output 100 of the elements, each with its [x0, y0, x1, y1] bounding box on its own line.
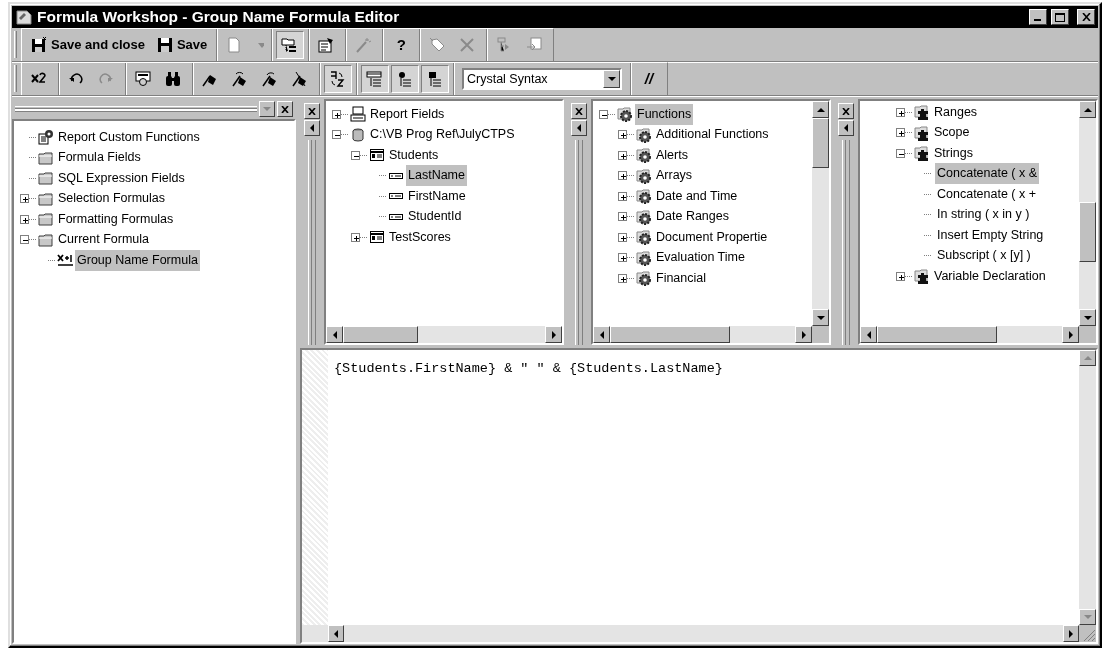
scroll-down-button[interactable] [1079, 309, 1096, 326]
scroll-up-button[interactable] [812, 101, 829, 118]
tree-item[interactable]: Alerts [654, 144, 690, 166]
tree-item[interactable]: Report Fields [368, 103, 447, 125]
scroll-right-button[interactable] [1062, 326, 1079, 343]
tree-folder-button[interactable] [276, 31, 305, 59]
scroll-up-button[interactable] [1079, 101, 1096, 118]
pane-grip[interactable] [842, 140, 850, 345]
tree-item[interactable]: Evaluation Time [654, 247, 747, 269]
pane-grip[interactable] [308, 140, 316, 345]
close-pane-button[interactable] [277, 101, 293, 117]
horizontal-scrollbar[interactable] [302, 625, 1096, 642]
scroll-down-button[interactable] [1079, 609, 1096, 625]
close-button[interactable] [1077, 9, 1095, 25]
vertical-scrollbar[interactable] [812, 101, 829, 326]
save-and-close-button[interactable]: Save and close [26, 31, 150, 59]
scroll-thumb[interactable] [343, 326, 418, 343]
save-button[interactable]: Save [151, 31, 213, 59]
scroll-thumb[interactable] [1079, 202, 1096, 262]
tree-item[interactable]: Arrays [654, 165, 695, 187]
scroll-thumb[interactable] [877, 326, 997, 343]
help-button[interactable]: ? [387, 31, 416, 59]
collapse-pane-button[interactable] [304, 120, 320, 136]
expand-toggle[interactable] [896, 128, 905, 138]
scroll-right-button[interactable] [545, 326, 562, 343]
field-tree-button[interactable] [361, 65, 389, 93]
collapse-toggle[interactable] [599, 109, 608, 119]
function-tree-button[interactable] [391, 65, 419, 93]
collapse-toggle[interactable] [332, 130, 341, 140]
tree-item[interactable]: Formatting Formulas [56, 208, 176, 230]
tree-item[interactable]: Scope [932, 122, 972, 144]
pane-grip[interactable] [575, 140, 583, 345]
horizontal-scrollbar[interactable] [593, 326, 829, 343]
tree-item[interactable]: Current Formula [56, 229, 151, 251]
formula-text-editor[interactable]: {Students.FirstName} & " " & {Students.LastName} [328, 350, 1079, 625]
close-pane-button[interactable] [838, 103, 854, 119]
tree-item[interactable]: Concatenate ( x + [935, 183, 1039, 205]
tree-item[interactable]: Group Name Formula [75, 249, 200, 271]
tree-item[interactable]: Concatenate ( x & [935, 163, 1040, 185]
collapse-toggle[interactable] [351, 150, 360, 160]
tree-item[interactable]: Additional Functions [654, 124, 771, 146]
scroll-right-button[interactable] [795, 326, 812, 343]
expand-toggle[interactable] [618, 253, 627, 263]
scroll-right-button[interactable] [1063, 625, 1079, 642]
expand-toggle[interactable] [896, 271, 905, 281]
horizontal-scrollbar[interactable] [860, 326, 1096, 343]
expand-toggle[interactable] [618, 232, 627, 242]
expand-toggle[interactable] [351, 232, 360, 242]
tree-item[interactable]: TestScores [387, 226, 453, 248]
tree-item[interactable]: Financial [654, 267, 709, 289]
tree-item[interactable]: FirstName [406, 185, 468, 207]
tree-item[interactable]: Document Propertie [654, 226, 770, 248]
expand-toggle[interactable] [618, 150, 627, 160]
scroll-left-button[interactable] [593, 326, 610, 343]
sort-button[interactable] [324, 65, 352, 93]
scroll-left-button[interactable] [860, 326, 877, 343]
tree-item[interactable]: Variable Declaration [932, 265, 1048, 287]
tree-item[interactable]: Formula Fields [56, 147, 143, 169]
expand-toggle[interactable] [896, 107, 905, 117]
expand-toggle[interactable] [332, 109, 341, 119]
tree-item[interactable]: Insert Empty String [935, 224, 1046, 246]
comment-button[interactable]: // [635, 65, 663, 93]
minimize-button[interactable] [1029, 9, 1047, 25]
scroll-thumb[interactable] [812, 118, 829, 168]
tree-item[interactable]: In string ( x in y ) [935, 204, 1032, 226]
tree-item[interactable]: C:\VB Prog Ref\JulyCTPS [368, 124, 517, 146]
pane-menu-button[interactable] [259, 101, 275, 117]
tree-item[interactable]: Subscript ( x [y] ) [935, 245, 1033, 267]
tree-item[interactable]: Functions [635, 103, 694, 125]
syntax-dropdown[interactable]: Crystal Syntax [462, 68, 622, 90]
tree-item[interactable]: LastName [406, 165, 467, 187]
horizontal-scrollbar[interactable] [326, 326, 562, 343]
resize-grip-icon[interactable] [1079, 625, 1096, 642]
scroll-thumb[interactable] [610, 326, 730, 343]
collapse-pane-button[interactable] [571, 120, 587, 136]
tree-item[interactable]: StudentId [406, 206, 464, 228]
collapse-pane-button[interactable] [838, 120, 854, 136]
tree-item[interactable]: Date and Time [654, 185, 740, 207]
collapse-toggle[interactable] [20, 235, 29, 245]
collapse-toggle[interactable] [896, 148, 905, 158]
tree-item[interactable]: SQL Expression Fields [56, 167, 187, 189]
maximize-button[interactable] [1051, 9, 1069, 25]
expand-toggle[interactable] [20, 214, 29, 224]
close-pane-button[interactable] [571, 103, 587, 119]
vertical-scrollbar[interactable] [1079, 350, 1096, 625]
scroll-left-button[interactable] [328, 625, 344, 642]
scroll-down-button[interactable] [812, 309, 829, 326]
expand-toggle[interactable] [618, 130, 627, 140]
expand-toggle[interactable] [618, 171, 627, 181]
tree-item[interactable]: Ranges [932, 101, 980, 123]
expand-toggle[interactable] [20, 194, 29, 204]
tree-item[interactable]: Students [387, 144, 441, 166]
expand-toggle[interactable] [618, 191, 627, 201]
tree-item[interactable]: Report Custom Functions [56, 126, 202, 148]
close-pane-button[interactable] [304, 103, 320, 119]
tree-item[interactable]: Strings [932, 142, 975, 164]
operator-tree-button[interactable] [421, 65, 449, 93]
tree-item[interactable]: Selection Formulas [56, 188, 167, 210]
vertical-scrollbar[interactable] [1079, 101, 1096, 326]
tree-item[interactable]: Date Ranges [654, 206, 731, 228]
